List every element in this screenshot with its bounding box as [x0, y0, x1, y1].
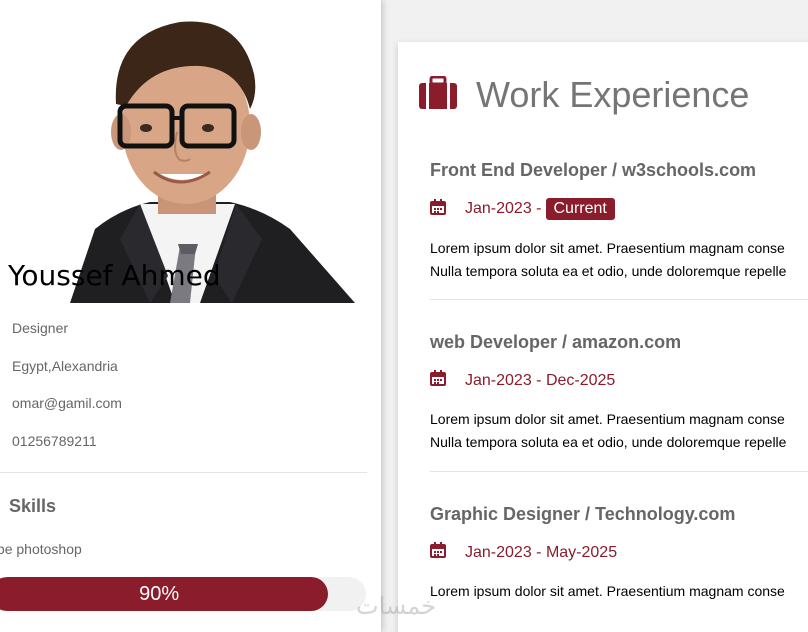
profile-photo: Youssef Ahmed [0, 14, 381, 303]
job-description-line: Nulla tempora soluta ea et odio, unde do… [430, 434, 787, 450]
job-description-line: Lorem ipsum dolor sit amet. Praesentium … [430, 240, 785, 256]
job-title: web Developer / amazon.com [430, 332, 682, 352]
job-divider [430, 471, 808, 472]
skill-progress-fill: 90% [0, 577, 329, 611]
calendar-icon [430, 370, 446, 391]
job-description-line: Nulla tempora soluta ea et odio, unde do… [430, 263, 787, 279]
job-divider [430, 299, 808, 300]
job-date: Jan-2023 - Dec-2025 [430, 370, 808, 391]
skill-percent-label: 90% [139, 582, 180, 605]
job-description-line: Lorem ipsum dolor sit amet. Praesentium … [430, 411, 785, 427]
work-experience-card: Work Experience Front End Developer / w3… [398, 42, 808, 632]
job-date: Jan-2023 - Current [430, 198, 808, 220]
job-date: Jan-2023 - May-2025 [430, 542, 808, 563]
job-description: Lorem ipsum dolor sit amet. Praesentium … [430, 408, 808, 454]
job-description: Lorem ipsum dolor sit amet. Praesentium … [430, 580, 808, 603]
job-date-range: Jan-2023 - May-2025 [465, 543, 618, 561]
job-entry: Front End Developer / w3schools.com Jan-… [430, 160, 808, 283]
profile-divider [0, 472, 367, 473]
profile-phone: 01256789211 [12, 433, 97, 449]
job-title: Front End Developer / w3schools.com [430, 160, 757, 180]
job-description: Lorem ipsum dolor sit amet. Praesentium … [430, 237, 808, 283]
job-entry: web Developer / amazon.com Jan-2023 - De… [430, 332, 808, 454]
calendar-icon [430, 542, 446, 563]
job-description-line: Lorem ipsum dolor sit amet. Praesentium … [430, 583, 785, 599]
current-badge: Current [545, 198, 615, 220]
skill-name: Adobe photoshop [0, 541, 82, 557]
profile-name: Youssef Ahmed [8, 259, 221, 292]
briefcase-icon [418, 75, 458, 115]
profile-card: Youssef Ahmed Designer Egypt,Alexandria … [0, 0, 381, 632]
job-entry: Graphic Designer / Technology.com Jan-20… [430, 504, 808, 603]
watermark-logo: خمسات [356, 592, 437, 620]
work-experience-header: Work Experience [418, 74, 749, 116]
skills-title: Skills [9, 496, 57, 516]
job-date-range: Jan-2023 - Dec-2025 [465, 371, 616, 389]
job-date-range: Jan-2023 - [465, 200, 542, 217]
profile-location: Egypt,Alexandria [12, 358, 118, 374]
job-title: Graphic Designer / Technology.com [430, 504, 736, 524]
calendar-icon [430, 198, 446, 220]
skill-progress-track: 90% [0, 577, 366, 611]
profile-job: Designer [12, 320, 69, 336]
profile-email: omar@gamil.com [12, 395, 122, 411]
work-experience-title: Work Experience [476, 74, 750, 115]
